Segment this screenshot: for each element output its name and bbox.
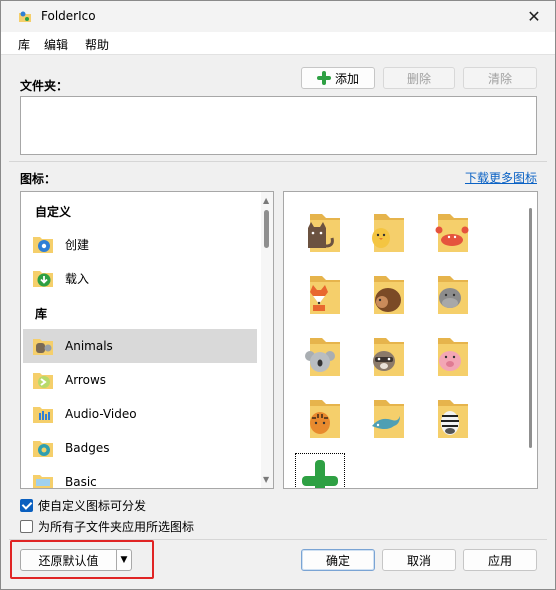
chick-folder-icon[interactable] [364, 210, 408, 254]
restore-defaults-label: 还原默认值 [38, 553, 99, 568]
custom-section-heading: 自定义 [35, 205, 72, 219]
close-icon: ✕ [527, 6, 541, 26]
category-list-scrollbar[interactable]: ▲ ▼ [261, 192, 273, 488]
list-item-basic[interactable]: Basic [23, 465, 257, 489]
menu-help[interactable]: 帮助 [85, 36, 109, 53]
list-item-load[interactable]: 载入 [23, 261, 257, 295]
add-icon[interactable] [295, 453, 345, 489]
window-title: FolderIco [41, 9, 96, 23]
chevron-down-icon: ▼ [120, 555, 128, 565]
scroll-up-icon[interactable]: ▲ [263, 196, 269, 205]
plus-icon [316, 71, 331, 85]
download-more-icons-link[interactable]: 下载更多图标 [465, 169, 537, 186]
list-item-label: Audio-Video [65, 407, 137, 421]
apply-subfolders-option[interactable]: 为所有子文件夹应用所选图标 [20, 518, 194, 535]
folder-list-box[interactable] [20, 96, 537, 155]
close-button[interactable]: ✕ [519, 3, 549, 29]
apply-subfolders-label: 为所有子文件夹应用所选图标 [38, 520, 195, 534]
animals-folder-icon [33, 339, 53, 355]
folders-label: 文件夹： [20, 79, 69, 93]
audio-video-folder-icon [33, 407, 53, 423]
restore-defaults-split-button[interactable]: 还原默认值 ▼ [20, 549, 132, 571]
list-item-label: Animals [65, 339, 113, 353]
list-item-label: 创建 [65, 237, 90, 252]
scroll-down-icon[interactable]: ▼ [263, 475, 269, 484]
hippo-folder-icon[interactable] [428, 272, 472, 316]
list-item-label: Basic [65, 475, 97, 489]
delete-folder-label: 删除 [406, 71, 431, 86]
library-section-heading: 库 [35, 307, 48, 321]
list-item-label: Badges [65, 441, 110, 455]
tiger-folder-icon[interactable] [300, 396, 344, 440]
icon-grid-scroll-thumb[interactable] [529, 208, 532, 448]
folderico-app-icon [19, 11, 31, 22]
menu-bar: 库 编辑 帮助 [1, 32, 555, 55]
list-item-arrows[interactable]: Arrows [23, 363, 257, 397]
apply-subfolders-checkbox[interactable] [20, 520, 33, 533]
zebra-folder-icon[interactable] [428, 396, 472, 440]
fox-folder-icon[interactable] [300, 272, 344, 316]
icon-category-list[interactable]: 自定义 创建 载入 库 Animals Arrows Audio-Video B… [20, 191, 274, 489]
hedgehog-folder-icon[interactable] [364, 272, 408, 316]
restore-dropdown-button[interactable]: ▼ [117, 550, 131, 570]
raccoon-folder-icon[interactable] [364, 334, 408, 378]
clear-folders-label: 清除 [487, 71, 512, 86]
distributable-option[interactable]: 使自定义图标可分发 [20, 497, 146, 514]
clear-folders-button[interactable]: 清除 [463, 67, 537, 89]
ok-label: 确定 [325, 553, 350, 568]
restore-defaults-button[interactable]: 还原默认值 [21, 550, 117, 570]
icon-grid[interactable] [283, 191, 538, 489]
download-folder-icon [33, 271, 53, 287]
cat-folder-icon[interactable] [300, 210, 344, 254]
scroll-thumb[interactable] [264, 210, 269, 248]
list-item-audio-video[interactable]: Audio-Video [23, 397, 257, 431]
ok-button[interactable]: 确定 [301, 549, 375, 571]
gear-folder-icon [33, 237, 53, 253]
menu-library[interactable]: 库 [18, 36, 30, 53]
distributable-checkbox[interactable] [20, 499, 33, 512]
list-item-animals[interactable]: Animals [23, 329, 257, 363]
icons-label: 图标： [20, 172, 57, 186]
delete-folder-button[interactable]: 删除 [383, 67, 455, 89]
whale-folder-icon[interactable] [364, 396, 408, 440]
list-item-badges[interactable]: Badges [23, 431, 257, 465]
koala-folder-icon[interactable] [300, 334, 344, 378]
badges-folder-icon [33, 441, 53, 457]
crab-folder-icon[interactable] [428, 210, 472, 254]
distributable-label: 使自定义图标可分发 [38, 499, 147, 513]
list-item-create[interactable]: 创建 [23, 227, 257, 261]
add-folder-button[interactable]: 添加 [301, 67, 375, 89]
footer-divider [9, 539, 547, 540]
apply-button[interactable]: 应用 [463, 549, 537, 571]
title-bar: FolderIco ✕ [1, 1, 555, 32]
arrows-folder-icon [33, 373, 53, 389]
pig-folder-icon[interactable] [428, 334, 472, 378]
divider [9, 161, 547, 162]
menu-edit[interactable]: 编辑 [44, 36, 68, 53]
cancel-button[interactable]: 取消 [382, 549, 456, 571]
cancel-label: 取消 [406, 553, 431, 568]
folderico-window: FolderIco ✕ 库 编辑 帮助 文件夹： 添加 删除 清除 图标： 下载… [0, 0, 556, 590]
list-item-label: Arrows [65, 373, 107, 387]
apply-label: 应用 [487, 553, 512, 568]
add-folder-label: 添加 [334, 71, 359, 86]
icon-grid-scrollbar[interactable] [525, 192, 537, 488]
basic-folder-icon [33, 475, 53, 488]
list-item-label: 载入 [65, 271, 90, 286]
